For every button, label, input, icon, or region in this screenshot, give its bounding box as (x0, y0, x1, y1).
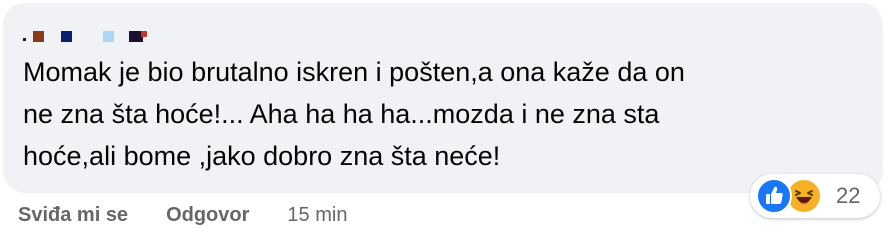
comment-actions: Sviđa mi se Odgovor 15 min (18, 200, 347, 230)
comment-timestamp[interactable]: 15 min (287, 204, 347, 227)
redaction-mark (141, 31, 147, 37)
reaction-count: 22 (836, 183, 861, 208)
redaction-mark (33, 31, 44, 42)
like-icon (756, 178, 792, 214)
reactions-summary[interactable]: 22 (750, 174, 880, 218)
like-button[interactable]: Sviđa mi se (18, 204, 128, 227)
redaction-mark (103, 31, 114, 42)
author-name-redacted (23, 29, 173, 43)
comment-bubble: Momak je bio brutalno iskren i pošten,a … (3, 3, 883, 193)
comment-text: Momak je bio brutalno iskren i pošten,a … (23, 57, 685, 171)
redaction-mark (61, 31, 72, 42)
reply-button[interactable]: Odgovor (166, 204, 249, 227)
redaction-mark (23, 38, 26, 41)
